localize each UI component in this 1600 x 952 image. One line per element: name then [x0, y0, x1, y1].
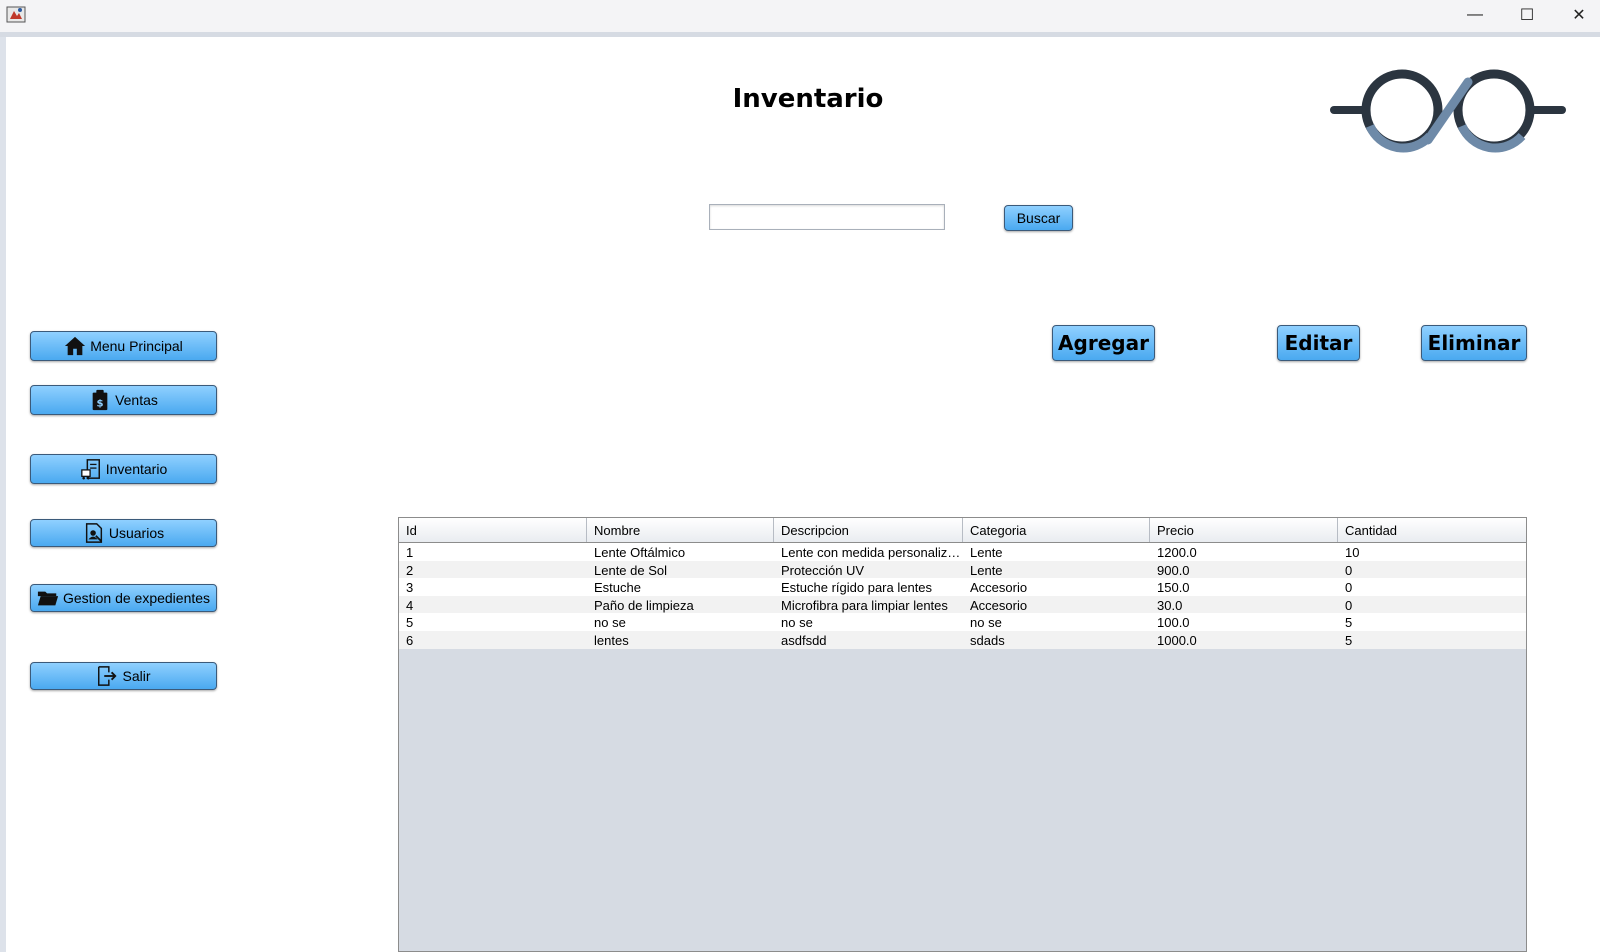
cell-nombre: Estuche [594, 580, 641, 596]
cell-id: 6 [406, 632, 414, 648]
cell-descripcion: asdfsdd [781, 632, 827, 648]
cell-nombre: Lente Oftálmico [594, 545, 686, 560]
inventory-table[interactable]: Id Nombre Descripcion Categoria Precio C… [398, 517, 1527, 952]
cell-categoria: Accesorio [970, 580, 1028, 596]
sidebar-item-label: Inventario [105, 461, 168, 477]
cell-precio: 900.0 [1157, 562, 1190, 578]
cell-id: 3 [406, 580, 414, 596]
table-row[interactable]: 5 no se no se no se 100.0 5 [399, 613, 1526, 631]
cell-cantidad: 5 [1345, 615, 1353, 631]
svg-text:$: $ [97, 398, 104, 409]
sidebar-item-label: Salir [122, 668, 151, 684]
edit-button[interactable]: Editar [1277, 325, 1360, 361]
cell-id: 5 [406, 615, 414, 631]
cell-id: 4 [406, 597, 414, 613]
sidebar-item-salir[interactable]: Salir [30, 662, 217, 690]
minimize-button[interactable]: — [1452, 0, 1498, 30]
sales-clipboard-icon: $ [89, 389, 111, 411]
sidebar-item-label: Gestion de expedientes [62, 590, 211, 606]
table-row[interactable]: 3 Estuche Estuche rígido para lentes Acc… [399, 578, 1526, 596]
table-row[interactable]: 1 Lente Oftálmico Lente con medida perso… [399, 543, 1526, 561]
cell-cantidad: 0 [1345, 580, 1353, 596]
delete-button[interactable]: Eliminar [1421, 325, 1527, 361]
app-window: — ☐ ✕ Inventario Buscar Agregar Editar E… [0, 0, 1600, 952]
users-document-icon [83, 522, 105, 544]
inventory-icon [80, 458, 102, 480]
cell-id: 1 [406, 545, 414, 560]
search-input[interactable] [709, 204, 945, 230]
exit-icon [96, 665, 118, 687]
cell-precio: 30.0 [1157, 597, 1183, 613]
cell-descripcion: Microfibra para limpiar lentes [781, 597, 948, 613]
cell-descripcion: Estuche rígido para lentes [781, 580, 933, 596]
sidebar-item-ventas[interactable]: $ Ventas [30, 385, 217, 415]
cell-descripcion: Lente con medida personaliza... [781, 545, 963, 560]
cell-cantidad: 5 [1345, 632, 1353, 648]
java-app-icon [6, 4, 26, 24]
sidebar-item-usuarios[interactable]: Usuarios [30, 519, 217, 547]
cell-categoria: Accesorio [970, 597, 1028, 613]
cell-precio: 150.0 [1157, 580, 1190, 596]
cell-cantidad: 0 [1345, 597, 1353, 613]
cell-categoria: Lente [970, 545, 1003, 560]
table-body: 1 Lente Oftálmico Lente con medida perso… [399, 543, 1526, 649]
cell-id: 2 [406, 562, 414, 578]
cell-nombre: Lente de Sol [594, 562, 668, 578]
sidebar-item-inventario[interactable]: Inventario [30, 454, 217, 484]
add-button[interactable]: Agregar [1052, 325, 1155, 361]
edit-button-label: Editar [1284, 331, 1353, 355]
table-row[interactable]: 6 lentes asdfsdd sdads 1000.0 5 [399, 630, 1526, 649]
sidebar-item-label: Usuarios [108, 525, 165, 541]
title-bar: — ☐ ✕ [0, 0, 1600, 32]
table-row[interactable]: 2 Lente de Sol Protección UV Lente 900.0… [399, 560, 1526, 579]
cell-categoria: Lente [970, 562, 1003, 578]
glasses-logo-icon [1330, 62, 1566, 158]
add-button-label: Agregar [1058, 331, 1149, 355]
cell-categoria: sdads [970, 632, 1005, 648]
folder-icon [37, 587, 59, 609]
home-icon [64, 335, 86, 357]
cell-precio: 1200.0 [1157, 545, 1197, 560]
sidebar-item-label: Menu Principal [90, 338, 183, 354]
search-button[interactable]: Buscar [1004, 205, 1073, 231]
table-row[interactable]: 4 Paño de limpieza Microfibra para limpi… [399, 595, 1526, 614]
cell-categoria: no se [970, 615, 1002, 631]
cell-precio: 100.0 [1157, 615, 1190, 631]
cell-nombre: lentes [594, 632, 629, 648]
column-header-descripcion[interactable]: Descripcion [774, 518, 963, 542]
maximize-button[interactable]: ☐ [1504, 0, 1550, 30]
cell-nombre: Paño de limpieza [594, 597, 694, 613]
sidebar-item-gestion-expedientes[interactable]: Gestion de expedientes [30, 584, 217, 612]
column-header-categoria[interactable]: Categoria [963, 518, 1150, 542]
table-header: Id Nombre Descripcion Categoria Precio C… [399, 518, 1526, 543]
cell-nombre: no se [594, 615, 626, 631]
page-title: Inventario [732, 84, 884, 114]
cell-descripcion: Protección UV [781, 562, 865, 578]
sidebar-item-menu-principal[interactable]: Menu Principal [30, 331, 217, 361]
cell-descripcion: no se [781, 615, 813, 631]
column-header-id[interactable]: Id [399, 518, 587, 542]
cell-cantidad: 0 [1345, 562, 1353, 578]
close-button[interactable]: ✕ [1556, 0, 1600, 30]
column-header-nombre[interactable]: Nombre [587, 518, 774, 542]
cell-cantidad: 10 [1345, 545, 1360, 560]
cell-precio: 1000.0 [1157, 632, 1197, 648]
sidebar-item-label: Ventas [115, 392, 158, 408]
column-header-cantidad[interactable]: Cantidad [1338, 518, 1526, 542]
search-button-label: Buscar [1016, 210, 1061, 226]
column-header-precio[interactable]: Precio [1150, 518, 1338, 542]
delete-button-label: Eliminar [1427, 331, 1521, 355]
